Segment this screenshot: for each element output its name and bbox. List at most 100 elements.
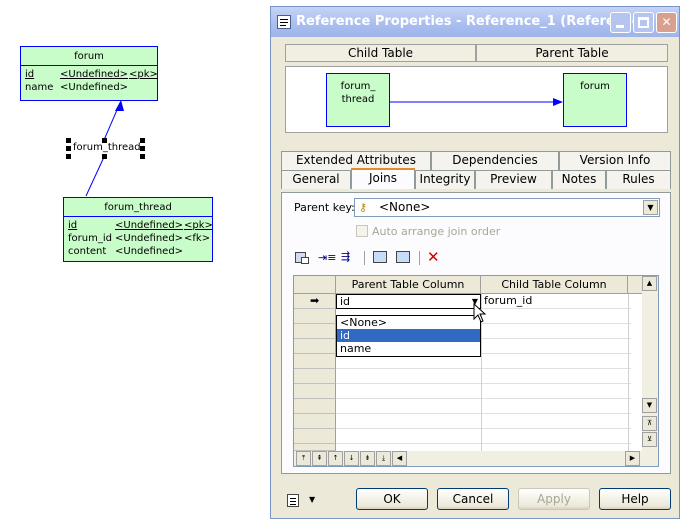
entity-forum-thread-row-content: content <Undefined> [68, 246, 184, 257]
table-row [336, 429, 631, 444]
row-header[interactable] [294, 399, 336, 414]
apply-button[interactable]: Apply [518, 488, 590, 510]
selection-handle[interactable] [102, 154, 107, 159]
selection-handle[interactable] [140, 146, 145, 151]
properties-icon[interactable] [295, 251, 311, 265]
chevron-down-icon[interactable]: ▼ [643, 200, 658, 215]
add-row-icon[interactable] [373, 251, 387, 263]
entity-forum-thread-row-forum-id: forum_id <Undefined> <fk> [68, 233, 211, 244]
entity-forum-thread[interactable]: forum_thread id <Undefined> <pk> forum_i… [63, 197, 213, 262]
selection-handle[interactable] [140, 138, 145, 143]
cell-child-column[interactable]: forum_id [481, 294, 628, 309]
insert-row-icon[interactable]: ⇥≡ [318, 251, 336, 264]
scroll-page-down-icon[interactable]: ⊻ [642, 432, 657, 447]
minimize-icon [616, 25, 624, 28]
insert-column-icon[interactable] [396, 251, 410, 263]
entity-forum[interactable]: forum id <Undefined> <pk> name <Undefine… [20, 46, 158, 101]
maximize-button[interactable] [633, 12, 654, 33]
scroll-up-icon[interactable]: ▲ [642, 276, 657, 291]
row-header[interactable] [294, 354, 336, 369]
row-header[interactable] [294, 444, 336, 451]
entity-forum-thread-title: forum_thread [64, 198, 212, 217]
delete-icon[interactable]: ✕ [427, 248, 440, 266]
grid-corner [294, 276, 336, 294]
selection-handle[interactable] [102, 138, 107, 143]
entity-forum-thread-row-id: id <Undefined> <pk> [68, 220, 213, 231]
column-divider [628, 294, 629, 451]
reference-label[interactable]: forum_thread [72, 142, 142, 153]
scroll-page-up-icon[interactable]: ⊼ [642, 416, 657, 431]
entity-forum-row-name: name <Undefined> [25, 82, 129, 93]
scroll-right-icon[interactable]: ▶ [625, 451, 640, 466]
move-bottom-icon[interactable]: ⤓ [376, 451, 391, 466]
mouse-cursor-icon [473, 303, 487, 323]
table-row [336, 369, 631, 384]
parent-table-button[interactable]: Parent Table [476, 44, 668, 62]
parent-key-select[interactable]: ⚷ <None> ▼ [354, 198, 660, 217]
row-header[interactable] [294, 324, 336, 339]
close-icon: ✕ [661, 15, 672, 29]
child-table-button[interactable]: Child Table [285, 44, 476, 62]
reference-preview: forum_ thread forum [285, 66, 668, 133]
cell-parent-value: id [340, 295, 351, 308]
key-icon: ⚷ [359, 201, 368, 214]
selection-handle[interactable] [66, 146, 71, 151]
selection-handle[interactable] [140, 154, 145, 159]
reference-properties-dialog: Reference Properties - Reference_1 (Refe… [270, 6, 680, 519]
tab-dependencies[interactable]: Dependencies [431, 151, 559, 170]
row-header-current[interactable]: ➡ [294, 294, 336, 309]
entity-forum-row-id: id <Undefined> <pk> [25, 69, 158, 80]
maximize-icon [638, 17, 649, 28]
parent-column-dropdown: <None> id name [336, 315, 481, 357]
window-title: Reference Properties - Reference_1 (Refe… [296, 14, 656, 29]
row-header[interactable] [294, 369, 336, 384]
grid-header-child-column[interactable]: Child Table Column [481, 276, 628, 294]
row-header[interactable] [294, 309, 336, 324]
tab-rules[interactable]: Rules [606, 170, 671, 189]
row-header[interactable] [294, 414, 336, 429]
grid-navigation-bar: ⤒ ⇞ ↑ ↓ ⇟ ⤓ ◀ ▶ [294, 451, 658, 466]
cancel-button[interactable]: Cancel [437, 488, 509, 510]
grid-header-parent-column[interactable]: Parent Table Column [336, 276, 481, 294]
scroll-left-icon[interactable]: ◀ [392, 451, 407, 466]
dropdown-option-name[interactable]: name [337, 342, 480, 355]
scroll-down-icon[interactable]: ▼ [642, 398, 657, 413]
grid-header-filler [628, 276, 642, 294]
row-header[interactable] [294, 339, 336, 354]
tab-integrity[interactable]: Integrity [415, 170, 475, 189]
auto-arrange-label: Auto arrange join order [372, 225, 501, 238]
entity-forum-title: forum [21, 47, 157, 66]
move-top-icon[interactable]: ⤒ [296, 451, 311, 466]
toolbar-separator [419, 251, 420, 265]
preview-arrow [390, 98, 563, 106]
selection-handle[interactable] [66, 138, 71, 143]
row-header[interactable] [294, 429, 336, 444]
selection-handle[interactable] [66, 154, 71, 159]
tab-joins[interactable]: Joins [351, 168, 415, 189]
dropdown-option-none[interactable]: <None> [337, 316, 480, 329]
toolbar-separator [364, 251, 365, 265]
close-button[interactable]: ✕ [656, 12, 677, 33]
minimize-button[interactable] [610, 12, 631, 33]
reuse-columns-icon[interactable]: ⇶ [341, 250, 350, 263]
ok-button[interactable]: OK [356, 488, 428, 510]
preview-child-entity: forum_ thread [326, 73, 390, 127]
title-bar[interactable]: Reference Properties - Reference_1 (Refe… [271, 7, 679, 37]
row-header[interactable] [294, 384, 336, 399]
move-page-down-icon[interactable]: ⇟ [360, 451, 375, 466]
move-down-icon[interactable]: ↓ [344, 451, 359, 466]
move-page-up-icon[interactable]: ⇞ [312, 451, 327, 466]
dropdown-option-id[interactable]: id [337, 329, 480, 342]
help-button[interactable]: Help [599, 488, 671, 510]
tab-notes[interactable]: Notes [552, 170, 606, 189]
menu-button[interactable]: ▼ [285, 491, 321, 511]
parent-key-label: Parent key: [294, 201, 355, 214]
move-up-icon[interactable]: ↑ [328, 451, 343, 466]
cell-parent-column-editor[interactable]: id ▼ [336, 294, 481, 309]
auto-arrange-checkbox[interactable] [356, 225, 368, 237]
tab-general[interactable]: General [281, 170, 351, 189]
list-icon [287, 494, 299, 507]
tab-preview[interactable]: Preview [475, 170, 552, 189]
vertical-scrollbar[interactable]: ▲ ▼ ⊼ ⊻ [642, 276, 658, 451]
tab-version-info[interactable]: Version Info [559, 151, 671, 170]
